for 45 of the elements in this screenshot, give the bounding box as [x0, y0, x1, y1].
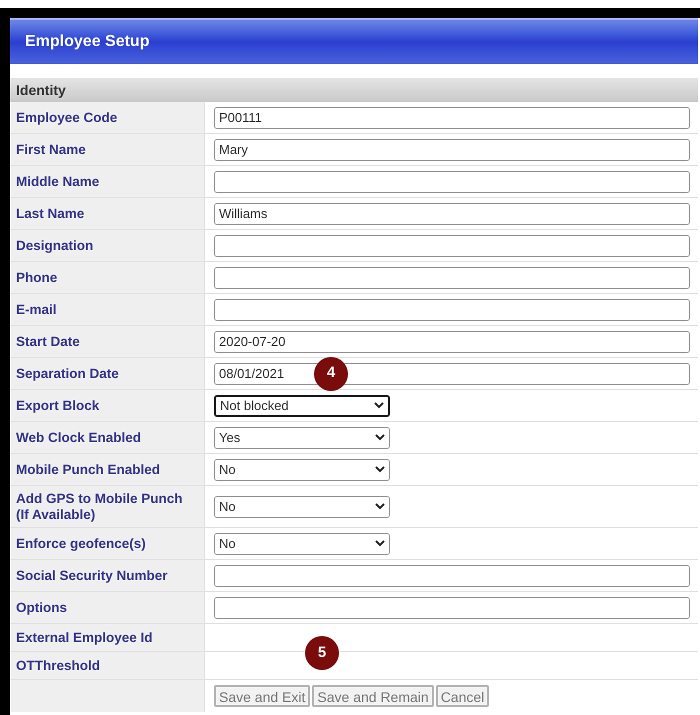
field-label: E-mail: [16, 302, 57, 318]
field-label: Web Clock Enabled: [16, 430, 142, 446]
field-label: Options: [16, 600, 67, 616]
dropdown-field[interactable]: No: [214, 458, 390, 480]
field-label: Designation: [16, 238, 94, 254]
field-label: Last Name: [16, 206, 84, 222]
field-label: External Employee Id: [16, 630, 153, 646]
field-label: Export Block: [16, 398, 100, 414]
text-field[interactable]: [214, 298, 690, 320]
chevron-down-icon: [375, 434, 385, 441]
form-button[interactable]: Save and Exit: [214, 685, 310, 707]
text-field[interactable]: [214, 234, 690, 256]
field-label: First Name: [16, 142, 86, 158]
field-label: Phone: [16, 270, 58, 286]
dropdown-field[interactable]: Yes: [214, 426, 390, 448]
field-label: OTThreshold: [16, 658, 100, 674]
chevron-down-icon: [375, 540, 385, 547]
text-field[interactable]: [214, 596, 690, 618]
field-label: Employee Code: [16, 110, 118, 126]
step-badge: 4: [314, 356, 348, 390]
text-field[interactable]: [214, 564, 690, 586]
step-badge: 5: [305, 636, 339, 670]
text-field[interactable]: P00111: [214, 106, 690, 128]
text-field[interactable]: [214, 266, 690, 288]
chevron-down-icon: [375, 466, 385, 473]
dropdown-field[interactable]: Not blocked: [214, 394, 390, 416]
text-field[interactable]: [214, 170, 690, 192]
window-title: Employee Setup: [25, 32, 150, 52]
field-label: Mobile Punch Enabled: [16, 462, 160, 478]
field-label: Add GPS to Mobile Punch (If Available): [16, 490, 184, 522]
field-label: Enforce geofence(s): [16, 536, 146, 552]
dropdown-field[interactable]: No: [214, 532, 390, 554]
form-button[interactable]: Save and Remain: [312, 685, 434, 707]
form-button[interactable]: Cancel: [436, 685, 490, 707]
field-label: Separation Date: [16, 366, 119, 382]
text-field[interactable]: 2020-07-20: [214, 330, 690, 352]
field-label: Start Date: [16, 334, 80, 350]
chevron-down-icon: [375, 503, 385, 510]
text-field[interactable]: Williams: [214, 202, 690, 224]
section-title: Identity: [16, 80, 66, 100]
chevron-down-icon: [374, 402, 384, 409]
field-label: Middle Name: [16, 174, 100, 190]
field-label: Social Security Number: [16, 568, 168, 584]
text-field[interactable]: Mary: [214, 138, 690, 160]
dropdown-field[interactable]: No: [214, 496, 390, 518]
